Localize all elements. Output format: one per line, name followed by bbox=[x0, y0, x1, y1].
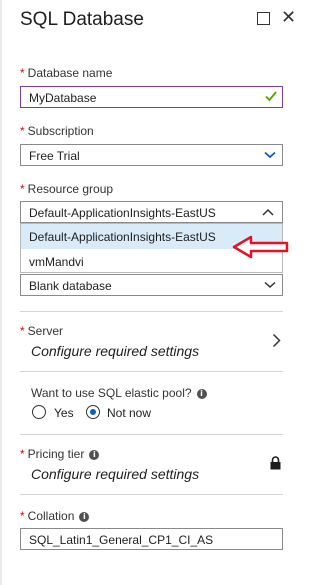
required-star: * bbox=[20, 324, 25, 338]
checkmark-icon bbox=[265, 91, 277, 102]
close-icon[interactable]: ✕ bbox=[281, 8, 296, 26]
chevron-down-icon bbox=[264, 281, 276, 289]
collation-label: * Collation i bbox=[20, 509, 90, 523]
elastic-pool-notnow-label: Not now bbox=[107, 406, 152, 420]
chevron-right-icon[interactable] bbox=[272, 333, 281, 348]
resource-group-select[interactable]: Default-ApplicationInsights-EastUS bbox=[20, 201, 283, 223]
elastic-pool-label: Want to use SQL elastic pool? i bbox=[31, 386, 207, 400]
info-icon[interactable]: i bbox=[89, 450, 100, 460]
source-select[interactable]: Blank database bbox=[20, 274, 283, 296]
elastic-pool-notnow-radio[interactable] bbox=[86, 405, 100, 419]
lock-icon bbox=[270, 456, 281, 470]
elastic-pool-yes-label: Yes bbox=[54, 406, 74, 420]
collation-value: SQL_Latin1_General_CP1_CI_AS bbox=[29, 533, 214, 547]
elastic-pool-yes-radio[interactable] bbox=[32, 405, 46, 419]
chevron-up-icon bbox=[262, 208, 274, 216]
subscription-value: Free Trial bbox=[29, 149, 80, 163]
source-value: Blank database bbox=[29, 279, 112, 293]
database-name-value: MyDatabase bbox=[29, 91, 97, 105]
resource-group-label: * Resource group bbox=[20, 182, 114, 196]
info-icon[interactable]: i bbox=[79, 512, 90, 522]
required-star: * bbox=[20, 182, 25, 196]
resource-group-value: Default-ApplicationInsights-EastUS bbox=[29, 206, 216, 220]
divider bbox=[20, 494, 283, 495]
subscription-label: * Subscription bbox=[20, 124, 94, 138]
database-name-label: * Database name bbox=[20, 66, 113, 80]
left-edge bbox=[0, 0, 2, 585]
chevron-down-icon bbox=[264, 151, 276, 159]
required-star: * bbox=[20, 509, 25, 523]
server-label: * Server bbox=[20, 324, 64, 338]
required-star: * bbox=[20, 447, 25, 461]
database-name-input[interactable]: MyDatabase bbox=[20, 86, 283, 108]
divider bbox=[20, 371, 283, 372]
required-star: * bbox=[20, 124, 25, 138]
collation-input[interactable]: SQL_Latin1_General_CP1_CI_AS bbox=[20, 528, 283, 550]
info-icon[interactable]: i bbox=[196, 389, 207, 399]
maximize-icon[interactable] bbox=[257, 12, 270, 25]
pricing-tier-value[interactable]: Configure required settings bbox=[31, 466, 199, 482]
divider bbox=[20, 311, 283, 312]
server-value[interactable]: Configure required settings bbox=[31, 343, 199, 359]
required-star: * bbox=[20, 66, 25, 80]
radio-selected-dot bbox=[90, 409, 96, 415]
blade-header: SQL Database ✕ bbox=[0, 0, 296, 44]
pricing-tier-label: * Pricing tier i bbox=[20, 447, 100, 461]
divider bbox=[20, 434, 283, 435]
page-title: SQL Database bbox=[20, 9, 144, 30]
subscription-select[interactable]: Free Trial bbox=[20, 144, 283, 166]
red-arrow-icon bbox=[232, 235, 289, 259]
